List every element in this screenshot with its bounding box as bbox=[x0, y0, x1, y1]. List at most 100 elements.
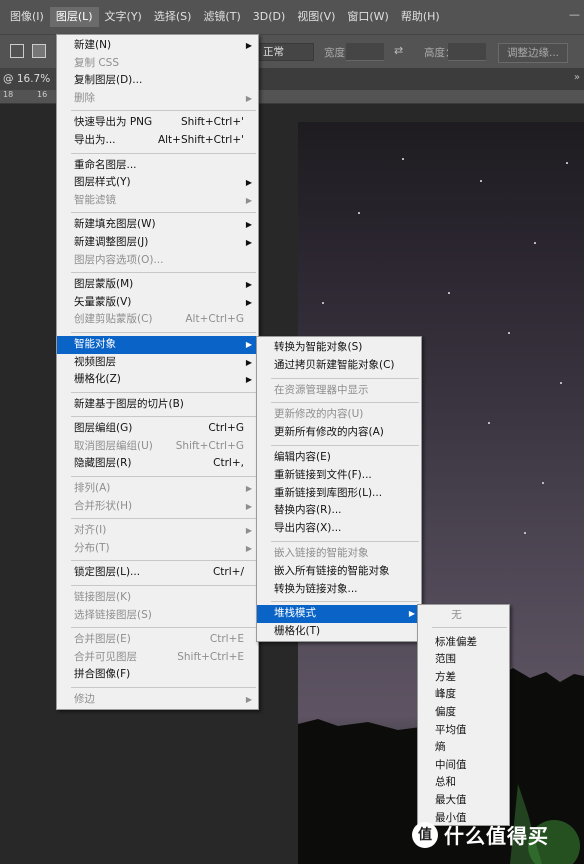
menu-item[interactable]: 对齐(I) ▶ bbox=[57, 522, 258, 540]
menu-item[interactable]: 删除 ▶ bbox=[57, 90, 258, 108]
menu-separator bbox=[71, 212, 256, 214]
menu-item[interactable]: 快速导出为 PNG Shift+Ctrl+' bbox=[57, 114, 258, 132]
menu-select[interactable]: 选择(S) bbox=[148, 7, 198, 27]
menu-item[interactable]: 嵌入链接的智能对象 bbox=[257, 545, 421, 563]
menu-item[interactable]: 新建调整图层(J) ▶ bbox=[57, 234, 258, 252]
menu-item[interactable]: 图层编组(G) Ctrl+G bbox=[57, 420, 258, 438]
menu-item-label: 图层编组(G) bbox=[74, 422, 133, 435]
star bbox=[534, 242, 536, 244]
menu-item[interactable]: 智能对象 ▶ bbox=[57, 335, 258, 354]
style-select[interactable]: 正常 bbox=[258, 43, 314, 61]
menu-layer[interactable]: 图层(L) bbox=[49, 7, 99, 27]
menu-item[interactable]: 视频图层 ▶ bbox=[57, 354, 258, 372]
menu-item-label: 更新所有修改的内容(A) bbox=[274, 426, 384, 439]
menu-filter[interactable]: 滤镜(T) bbox=[197, 7, 246, 27]
submenu-arrow-icon: ▶ bbox=[245, 375, 252, 385]
menu-item[interactable]: 峰度 bbox=[418, 686, 509, 704]
menu-item[interactable]: 取消图层编组(U) Shift+Ctrl+G bbox=[57, 438, 258, 456]
menu-view[interactable]: 视图(V) bbox=[291, 7, 341, 27]
menu-item[interactable]: 标准偏差 bbox=[418, 634, 509, 652]
star bbox=[560, 382, 562, 384]
menu-item[interactable]: 嵌入所有链接的智能对象 bbox=[257, 563, 421, 581]
menu-item[interactable]: 导出内容(X)... bbox=[257, 520, 421, 538]
document-tab[interactable]: @ 16.7% (D bbox=[0, 68, 60, 107]
selection-mode-add-icon[interactable] bbox=[32, 44, 46, 58]
minimize-icon[interactable]: — bbox=[569, 8, 580, 21]
menu-item[interactable]: 重新链接到库图形(L)... bbox=[257, 485, 421, 503]
menu-item-label: 偏度 bbox=[435, 705, 456, 718]
menu-separator bbox=[71, 585, 256, 587]
menu-help[interactable]: 帮助(H) bbox=[395, 7, 446, 27]
menu-item[interactable]: 复制图层(D)... bbox=[57, 72, 258, 90]
menu-item[interactable]: 中间值 bbox=[418, 757, 509, 775]
menu-type[interactable]: 文字(Y) bbox=[99, 7, 148, 27]
menu-item[interactable]: 创建剪贴蒙版(C) Alt+Ctrl+G bbox=[57, 311, 258, 329]
menu-item[interactable]: 选择链接图层(S) bbox=[57, 607, 258, 625]
menu-item[interactable]: 转换为智能对象(S) bbox=[257, 339, 421, 357]
menu-item[interactable]: 修边 ▶ bbox=[57, 691, 258, 709]
height-field[interactable] bbox=[448, 43, 486, 61]
menu-item[interactable]: 更新修改的内容(U) bbox=[257, 406, 421, 424]
layer-menu: 新建(N) ▶ 复制 CSS 复制图层(D)... 删除 ▶ 快速导出为 PNG Shift+… bbox=[56, 34, 259, 710]
menu-item[interactable]: 熵 bbox=[418, 739, 509, 757]
menu-item[interactable]: 隐藏图层(R) Ctrl+, bbox=[57, 455, 258, 473]
menu-item[interactable]: 无 bbox=[418, 607, 509, 625]
menu-item[interactable]: 栅格化(Z) ▶ bbox=[57, 371, 258, 389]
watermark-logo: 值 bbox=[412, 821, 438, 848]
menu-item[interactable]: 链接图层(K) bbox=[57, 589, 258, 607]
menu-item[interactable]: 编辑内容(E) bbox=[257, 449, 421, 467]
menu-item[interactable]: 更新所有修改的内容(A) bbox=[257, 424, 421, 442]
menu-item[interactable]: 导出为... Alt+Shift+Ctrl+' bbox=[57, 132, 258, 150]
submenu-arrow-icon: ▶ bbox=[408, 609, 415, 619]
menu-item[interactable]: 排列(A) ▶ bbox=[57, 480, 258, 498]
menu-item[interactable]: 合并图层(E) Ctrl+E bbox=[57, 631, 258, 649]
menu-item-label: 转换为链接对象... bbox=[274, 582, 358, 595]
submenu-arrow-icon: ▶ bbox=[245, 178, 252, 188]
menu-item[interactable]: 拼合图像(F) bbox=[57, 666, 258, 684]
menu-item[interactable]: 最大值 bbox=[418, 792, 509, 810]
star bbox=[542, 482, 544, 484]
menu-item[interactable]: 图层蒙版(M) ▶ bbox=[57, 276, 258, 294]
menu-item-label: 创建剪贴蒙版(C) bbox=[74, 313, 153, 326]
width-field[interactable] bbox=[346, 43, 384, 61]
menu-item[interactable]: 总和 bbox=[418, 774, 509, 792]
menu-item[interactable]: 通过拷贝新建智能对象(C) bbox=[257, 357, 421, 375]
menu-item-label: 总和 bbox=[435, 776, 456, 789]
menu-item[interactable]: 堆栈模式 ▶ bbox=[257, 605, 421, 624]
menu-item[interactable]: 图层样式(Y) ▶ bbox=[57, 174, 258, 192]
menu-item[interactable]: 转换为链接对象... bbox=[257, 581, 421, 599]
menu-item[interactable]: 范围 bbox=[418, 651, 509, 669]
selection-mode-new-icon[interactable] bbox=[10, 44, 24, 58]
menu-image[interactable]: 图像(I) bbox=[4, 7, 50, 27]
menu-separator bbox=[271, 601, 419, 603]
swap-icon[interactable]: ⇄ bbox=[394, 44, 403, 57]
menu-item[interactable]: 重新链接到文件(F)... bbox=[257, 467, 421, 485]
menu-window[interactable]: 窗口(W) bbox=[341, 7, 394, 27]
menu-item[interactable]: 合并形状(H) ▶ bbox=[57, 498, 258, 516]
refine-edge-button[interactable]: 调整边缘... bbox=[498, 43, 569, 63]
menu-item[interactable]: 新建(N) ▶ bbox=[57, 37, 258, 55]
submenu-arrow-icon: ▶ bbox=[245, 237, 252, 247]
menu-item[interactable]: 在资源管理器中显示 bbox=[257, 382, 421, 400]
menu-separator bbox=[71, 331, 256, 333]
menu-item[interactable]: 分布(T) ▶ bbox=[57, 540, 258, 558]
panel-collapse-icon[interactable]: » bbox=[574, 72, 580, 83]
menu-item[interactable]: 新建填充图层(W) ▶ bbox=[57, 216, 258, 234]
menu-item-label: 嵌入所有链接的智能对象 bbox=[274, 564, 390, 577]
menu-item[interactable]: 偏度 bbox=[418, 704, 509, 722]
menu-item[interactable]: 方差 bbox=[418, 669, 509, 687]
menu-item[interactable]: 图层内容选项(O)... bbox=[57, 252, 258, 270]
menu-item[interactable]: 智能滤镜 ▶ bbox=[57, 192, 258, 210]
menu-3d[interactable]: 3D(D) bbox=[247, 7, 292, 27]
menu-item[interactable]: 锁定图层(L)... Ctrl+/ bbox=[57, 564, 258, 582]
menu-item-label: 中间值 bbox=[435, 758, 467, 771]
menu-item[interactable]: 合并可见图层 Shift+Ctrl+E bbox=[57, 649, 258, 667]
menu-item[interactable]: 替换内容(R)... bbox=[257, 502, 421, 520]
menu-item[interactable]: 矢量蒙版(V) ▶ bbox=[57, 294, 258, 312]
menu-item[interactable]: 新建基于图层的切片(B) bbox=[57, 396, 258, 414]
menu-item[interactable]: 复制 CSS bbox=[57, 55, 258, 73]
menu-item[interactable]: 栅格化(T) bbox=[257, 623, 421, 641]
menu-item[interactable]: 平均值 bbox=[418, 722, 509, 740]
menu-item[interactable]: 重命名图层... bbox=[57, 157, 258, 175]
menu-item-label: 智能滤镜 bbox=[74, 193, 116, 206]
